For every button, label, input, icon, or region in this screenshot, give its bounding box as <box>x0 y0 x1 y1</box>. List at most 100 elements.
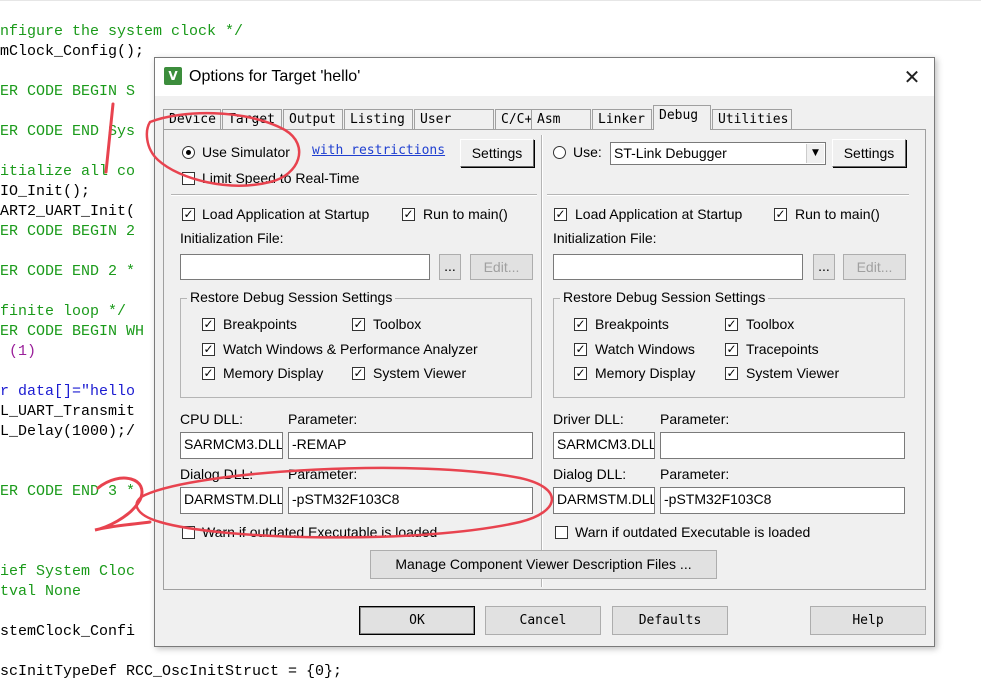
breakpoints-label: Breakpoints <box>223 316 297 332</box>
system-viewer-label: System Viewer <box>373 365 467 381</box>
init-file-edit-button[interactable]: Edit... <box>470 254 533 280</box>
code-line: tval None <box>0 583 82 600</box>
code-line: ief System Cloc <box>0 563 136 580</box>
dialog-parameter-label: Parameter: <box>288 466 358 482</box>
driver-dll-input[interactable]: SARMCM3.DLL <box>553 432 655 459</box>
memory-display-checkbox[interactable]: ✓ <box>202 367 215 380</box>
watch-windows-checkbox-right[interactable]: ✓ <box>574 343 587 356</box>
init-file-input[interactable] <box>180 254 430 280</box>
dialog-parameter-label-right: Parameter: <box>660 466 730 482</box>
code-line: mClock_Config(); <box>0 43 145 60</box>
tab-listing[interactable]: Listing <box>344 109 413 129</box>
dialog-titlebar: V Options for Target 'hello' ✕ <box>155 58 934 96</box>
load-app-checkbox-right[interactable]: ✓ <box>554 208 567 221</box>
breakpoints-checkbox-right[interactable]: ✓ <box>574 318 587 331</box>
divider <box>547 194 909 196</box>
code-line: ER CODE BEGIN S <box>0 83 136 100</box>
simulator-settings-button[interactable]: Settings <box>460 139 534 167</box>
use-simulator-label: Use Simulator <box>202 144 290 160</box>
tab-target[interactable]: Target <box>222 109 282 129</box>
init-file-label: Initialization File: <box>180 230 284 246</box>
run-to-main-checkbox[interactable]: ✓ <box>402 208 415 221</box>
ok-button[interactable]: OK <box>359 606 475 635</box>
system-viewer-checkbox-right[interactable]: ✓ <box>725 367 738 380</box>
toolbox-label-right: Toolbox <box>746 316 795 332</box>
tab-utilities[interactable]: Utilities <box>712 109 792 129</box>
code-line: stemClock_Confi <box>0 623 136 640</box>
load-app-label: Load Application at Startup <box>202 206 370 222</box>
use-debugger-radio[interactable] <box>553 146 566 159</box>
system-viewer-checkbox[interactable]: ✓ <box>352 367 365 380</box>
dialog-title: Options for Target 'hello' <box>189 68 361 85</box>
memory-display-checkbox-right[interactable]: ✓ <box>574 367 587 380</box>
limit-speed-label: Limit Speed to Real-Time <box>202 170 360 186</box>
dialog-parameter-input-right[interactable]: -pSTM32F103C8 <box>660 487 905 514</box>
code-line: finite loop */ <box>0 303 127 320</box>
code-line: IO_Init(); <box>0 183 91 200</box>
help-button[interactable]: Help <box>810 606 926 635</box>
tab-linker[interactable]: Linker <box>592 109 652 129</box>
init-file-browse-button[interactable]: ... <box>439 254 461 280</box>
cpu-dll-input[interactable]: SARMCM3.DLL <box>180 432 283 459</box>
toolbox-checkbox[interactable]: ✓ <box>352 318 365 331</box>
toolbox-label: Toolbox <box>373 316 422 332</box>
debugger-settings-button[interactable]: Settings <box>832 139 906 167</box>
code-line: ER CODE BEGIN 2 <box>0 223 136 240</box>
breakpoints-checkbox[interactable]: ✓ <box>202 318 215 331</box>
driver-parameter-input[interactable] <box>660 432 905 459</box>
cpu-parameter-input[interactable]: -REMAP <box>288 432 533 459</box>
warn-outdated-checkbox[interactable] <box>182 526 195 539</box>
driver-dll-label: Driver DLL: <box>553 411 624 427</box>
init-file-input-right[interactable] <box>553 254 803 280</box>
memory-display-label: Memory Display <box>223 365 324 381</box>
manage-component-viewer-button[interactable]: Manage Component Viewer Description File… <box>370 550 717 579</box>
tab-user[interactable]: User <box>414 109 494 129</box>
tab-output[interactable]: Output <box>283 109 343 129</box>
init-file-label-right: Initialization File: <box>553 230 657 246</box>
breakpoints-label-right: Breakpoints <box>595 316 669 332</box>
code-line: ER CODE BEGIN WH <box>0 323 145 340</box>
dialog-parameter-input[interactable]: -pSTM32F103C8 <box>288 487 533 514</box>
debugger-select[interactable]: ST-Link Debugger ▼ <box>610 142 826 165</box>
tab-device[interactable]: Device <box>163 109 221 129</box>
use-simulator-radio[interactable] <box>182 146 195 159</box>
code-line: L_UART_Transmit <box>0 403 136 420</box>
restore-settings-title: Restore Debug Session Settings <box>187 289 396 305</box>
warn-outdated-label: Warn if outdated Executable is loaded <box>202 524 438 540</box>
init-file-browse-button-right[interactable]: ... <box>813 254 835 280</box>
dialog-dll-input-right[interactable]: DARMSTM.DLL <box>553 487 655 514</box>
cancel-button[interactable]: Cancel <box>485 606 601 635</box>
limit-speed-checkbox[interactable] <box>182 172 195 185</box>
code-line: r data[]="hello <box>0 383 136 400</box>
debugger-select-value: ST-Link Debugger <box>614 145 727 161</box>
run-to-main-checkbox-right[interactable]: ✓ <box>774 208 787 221</box>
watch-windows-checkbox[interactable]: ✓ <box>202 343 215 356</box>
cpu-dll-label: CPU DLL: <box>180 411 244 427</box>
run-to-main-label-right: Run to main() <box>795 206 880 222</box>
watch-windows-label: Watch Windows & Performance Analyzer <box>223 341 478 357</box>
code-line: L_Delay(1000);/ <box>0 423 136 440</box>
toolbox-checkbox-right[interactable]: ✓ <box>725 318 738 331</box>
tab-asm[interactable]: Asm <box>531 109 591 129</box>
defaults-button[interactable]: Defaults <box>612 606 728 635</box>
code-line: nfigure the system clock */ <box>0 23 244 40</box>
watch-windows-label-right: Watch Windows <box>595 341 695 357</box>
dialog-dll-input[interactable]: DARMSTM.DLL <box>180 487 283 514</box>
memory-display-label-right: Memory Display <box>595 365 696 381</box>
options-dialog: V Options for Target 'hello' ✕ Device Ta… <box>154 57 935 647</box>
warn-outdated-checkbox-right[interactable] <box>555 526 568 539</box>
code-line: scInitTypeDef RCC_OscInitStruct = {0}; <box>0 663 343 680</box>
divider <box>171 194 537 196</box>
tracepoints-checkbox[interactable]: ✓ <box>725 343 738 356</box>
restore-settings-title-right: Restore Debug Session Settings <box>560 289 769 305</box>
dialog-dll-label: Dialog DLL: <box>180 466 254 482</box>
load-app-label-right: Load Application at Startup <box>575 206 743 222</box>
init-file-edit-button-right[interactable]: Edit... <box>843 254 906 280</box>
system-viewer-label-right: System Viewer <box>746 365 840 381</box>
close-icon[interactable]: ✕ <box>898 64 926 90</box>
tab-debug[interactable]: Debug <box>653 105 711 130</box>
load-app-checkbox[interactable]: ✓ <box>182 208 195 221</box>
code-line: (1) <box>0 343 37 360</box>
with-restrictions-link[interactable]: with restrictions <box>312 143 445 158</box>
chevron-down-icon[interactable]: ▼ <box>806 144 824 163</box>
